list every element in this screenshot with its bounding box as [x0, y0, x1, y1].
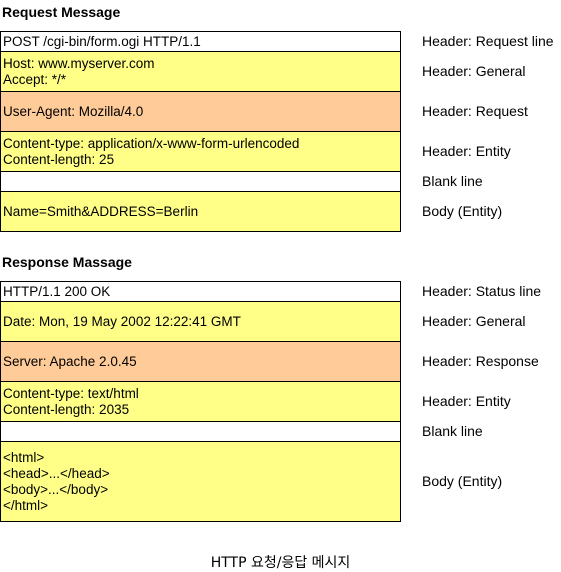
request-row-4: Content-type: application/x-www-form-url…: [1, 132, 400, 172]
request-row-text: Name=Smith&ADDRESS=Berlin: [3, 203, 199, 219]
response-row-text: Date: Mon, 19 May 2002 12:22:41 GMT: [3, 313, 241, 329]
response-row-text: <html>: [3, 449, 45, 465]
request-row-text: Content-type: application/x-www-form-url…: [3, 135, 300, 151]
response-row-label: Header: Entity: [422, 393, 511, 409]
response-row-text: </html>: [3, 497, 49, 513]
request-row-text: POST /cgi-bin/form.ogi HTTP/1.1: [3, 33, 201, 49]
response-row-label: Header: General: [422, 313, 526, 329]
request-row-label: Header: General: [422, 63, 526, 79]
request-row-text: Accept: */*: [3, 71, 67, 87]
response-row-text: HTTP/1.1 200 OK: [3, 283, 111, 299]
response-row-label: Body (Entity): [422, 473, 503, 489]
response-row-3: Server: Apache 2.0.45: [1, 342, 400, 382]
response-message-title: Response Massage: [2, 254, 132, 270]
request-row-2: Host: www.myserver.com Accept: */*: [1, 52, 400, 92]
request-row-text: Content-length: 25: [3, 151, 115, 167]
response-row-text: Content-length: 2035: [3, 401, 130, 417]
request-row-text: [3, 174, 400, 190]
request-row-1: POST /cgi-bin/form.ogi HTTP/1.1: [1, 32, 400, 52]
response-row-label: Header: Response: [422, 353, 539, 369]
response-row-text: [3, 424, 400, 440]
request-row-label: Header: Request line: [422, 33, 554, 49]
request-row-label: Blank line: [422, 173, 483, 189]
response-row-label: Blank line: [422, 423, 483, 439]
response-row-4: Content-type: text/html Content-length: 2…: [1, 382, 400, 422]
request-row-text: User-Agent: Mozilla/4.0: [3, 103, 144, 119]
request-row-5: [1, 172, 400, 192]
request-row-text: Host: www.myserver.com: [3, 55, 155, 71]
response-row-text: <body>...</body>: [3, 481, 109, 497]
response-row-2: Date: Mon, 19 May 2002 12:22:41 GMT: [1, 302, 400, 342]
request-row-label: Body (Entity): [422, 203, 503, 219]
request-message-title: Request Message: [2, 4, 121, 20]
diagram-caption: HTTP 요청/응답 메시지: [210, 555, 351, 571]
request-row-label: Header: Entity: [422, 143, 511, 159]
response-row-1: HTTP/1.1 200 OK: [1, 282, 400, 302]
response-row-label: Header: Status line: [422, 283, 542, 299]
response-message-box: HTTP/1.1 200 OK Date: Mon, 19 May 2002 12…: [0, 281, 401, 522]
response-row-text: Server: Apache 2.0.45: [3, 353, 137, 369]
request-row-label: Header: Request: [422, 103, 528, 119]
request-row-3: User-Agent: Mozilla/4.0: [1, 92, 400, 132]
request-row-6: Name=Smith&ADDRESS=Berlin: [1, 192, 400, 232]
response-row-5: [1, 422, 400, 442]
response-row-text: Content-type: text/html: [3, 385, 139, 401]
response-row-6: <html> <head>...</head> <body>...</body> </…: [1, 442, 400, 522]
response-row-text: <head>...</head>: [3, 465, 110, 481]
request-message-box: POST /cgi-bin/form.ogi HTTP/1.1 Host: www…: [0, 31, 401, 232]
